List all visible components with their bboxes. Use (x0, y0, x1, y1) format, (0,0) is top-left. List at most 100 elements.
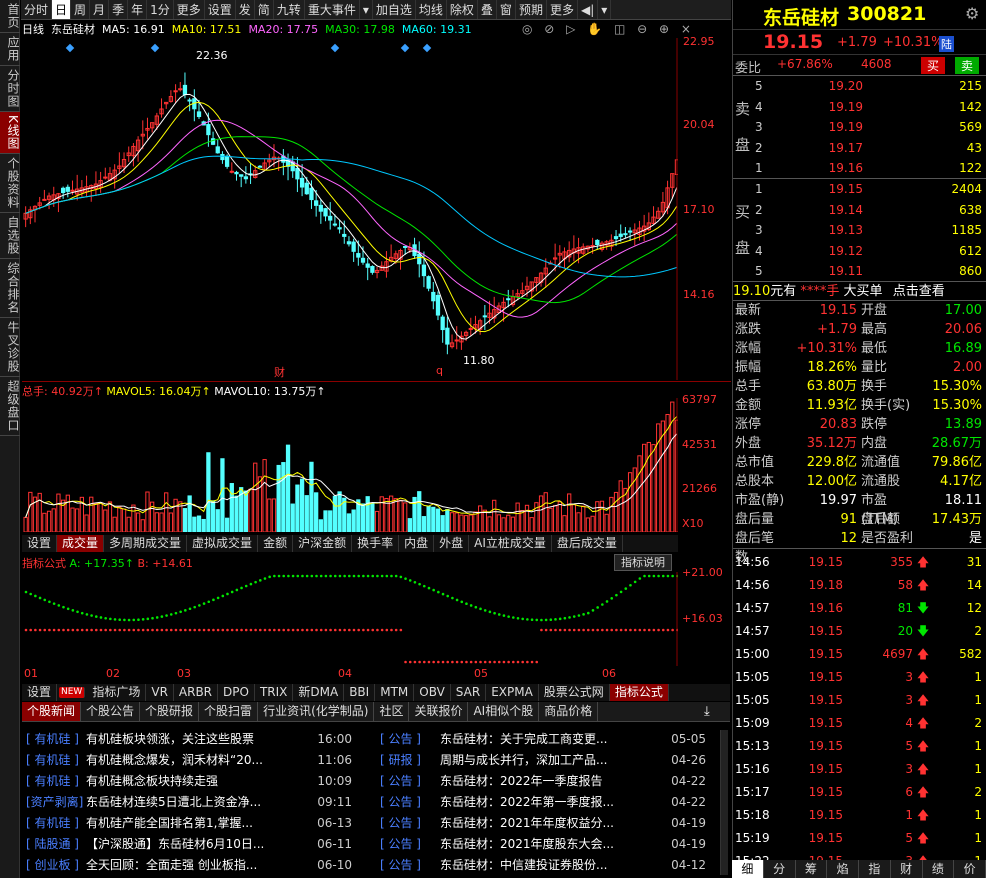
toolbar-item[interactable]: ▾ (598, 0, 612, 19)
toolbar-item[interactable]: 预期 (516, 0, 547, 19)
indicator-tab[interactable]: 设置 (22, 684, 58, 701)
toolbar-item[interactable]: 月 (90, 0, 110, 19)
toolbar-item[interactable]: 均线 (416, 0, 447, 19)
toolbar-item[interactable]: 窗 (497, 0, 516, 19)
news-title[interactable]: 东岳硅材连续5日遭北上资金净... (86, 792, 312, 813)
news-title[interactable]: 东岳硅材：关于完成工商变更... (440, 729, 666, 750)
news-item[interactable]: [ 公告 ] 东岳硅材：关于完成工商变更... 05-05 (380, 729, 706, 750)
news-title[interactable]: 东岳硅材：2022年一季度报告 (440, 771, 666, 792)
news-title[interactable]: 东岳硅材：2021年度股东大会... (440, 834, 666, 855)
news-tab[interactable]: AI相似个股 (468, 702, 540, 721)
volume-tab[interactable]: 多周期成交量 (104, 535, 188, 552)
left-tab[interactable]: 牛叉诊股 (0, 318, 20, 377)
toolbar-item[interactable]: 简 (255, 0, 274, 19)
toolbar-item[interactable]: 重大事件 (305, 0, 360, 19)
news-item[interactable]: [ 有机硅 ] 有机硅板块领涨，关注这些股票 16:00 (26, 729, 352, 750)
toolbar-item[interactable]: ▾ (360, 0, 373, 19)
indicator-tab[interactable]: SAR (451, 684, 487, 701)
news-tab[interactable]: 社区 (374, 702, 410, 721)
news-item[interactable]: [ 有机硅 ] 有机硅产能全国排名第1,掌握... 06-13 (26, 813, 352, 834)
news-title[interactable]: 东岳硅材：2022年第一季度报... (440, 792, 666, 813)
idx-help-button[interactable]: 指标说明 (614, 554, 672, 571)
toolbar-item[interactable]: 设置 (205, 0, 236, 19)
news-item[interactable]: [ 有机硅 ] 有机硅概念板块持续走强 10:09 (26, 771, 352, 792)
news-item[interactable]: [ 陆股通 ] 【沪深股通】东岳硅材6月10日... 06-11 (26, 834, 352, 855)
news-item[interactable]: [ 公告 ] 东岳硅材：中信建投证券股份... 04-12 (380, 855, 706, 876)
download-icon[interactable]: ⤓ (704, 704, 710, 719)
indicator-tab[interactable]: ARBR (174, 684, 219, 701)
indicator-tab[interactable]: 新DMA (293, 684, 345, 701)
indicator-tab[interactable]: OBV (414, 684, 451, 701)
volume-tab[interactable]: 沪深金额 (293, 535, 353, 552)
toolbar-item[interactable]: 分时 (21, 0, 53, 19)
volume-chart[interactable] (22, 398, 678, 532)
toolbar-item[interactable]: 叠 (478, 0, 497, 19)
news-item[interactable]: [ 研报 ] 周期与成长并行，深加工产品... 04-26 (380, 750, 706, 771)
big-order-link[interactable]: 点击查看 (893, 284, 945, 299)
news-item[interactable]: [ 公告 ] 东岳硅材：2021年度股东大会... 04-19 (380, 834, 706, 855)
toolbar-item[interactable]: 年 (128, 0, 148, 19)
indicator-chart[interactable] (22, 572, 678, 666)
news-tab[interactable]: 个股研报 (140, 702, 200, 721)
indicator-tab[interactable]: BBI (344, 684, 376, 701)
volume-tab[interactable]: 成交量 (57, 535, 105, 552)
buy-button[interactable]: 买 (921, 57, 946, 74)
chart-tool-icons[interactable]: ◎ ⊘ ▷ ✋ ◫ ⊖ ⊕ × (522, 22, 695, 36)
news-title[interactable]: 周期与成长并行，深加工产品... (440, 750, 666, 771)
finance-marker[interactable]: 财 (274, 364, 285, 380)
indicator-tab[interactable]: VR (146, 684, 174, 701)
toolbar-item[interactable]: 更多 (174, 0, 205, 19)
volume-tab[interactable]: 外盘 (434, 535, 470, 552)
news-item[interactable]: [ 公告 ] 东岳硅材：2022年一季度报告 04-22 (380, 771, 706, 792)
volume-tab[interactable]: 虚拟成交量 (187, 535, 259, 552)
quote-tab[interactable]: 指 (859, 860, 891, 878)
indicator-tab[interactable]: MTM (375, 684, 415, 701)
left-tab[interactable]: 首页 (0, 0, 20, 33)
news-tab[interactable]: 行业资讯(化学制品) (258, 702, 375, 721)
toolbar-item[interactable]: 发 (236, 0, 255, 19)
indicator-tab[interactable]: 指标广场 (87, 684, 147, 701)
quote-tab[interactable]: 细 (732, 860, 764, 878)
sell-button[interactable]: 卖 (955, 57, 980, 74)
news-title[interactable]: 有机硅概念板块持续走强 (86, 771, 312, 792)
toolbar-item[interactable]: 1分 (147, 0, 174, 19)
news-title[interactable]: 有机硅概念爆发，润禾材料“20... (86, 750, 312, 771)
indicator-tab[interactable]: DPO (218, 684, 255, 701)
left-tab[interactable]: 个股资料 (0, 154, 20, 213)
news-title[interactable]: 【沪深股通】东岳硅材6月10日... (86, 834, 312, 855)
indicator-tab[interactable]: NEW (59, 687, 86, 698)
quote-tab[interactable]: 财 (891, 860, 923, 878)
toolbar-item[interactable]: 季 (109, 0, 129, 19)
kline-chart[interactable] (22, 38, 678, 380)
news-title[interactable]: 东岳硅材：2021年年度权益分... (440, 813, 666, 834)
news-item[interactable]: [ 公告 ] 东岳硅材：2021年年度权益分... 04-19 (380, 813, 706, 834)
toolbar-item[interactable]: ◀| (578, 0, 599, 19)
toolbar-item[interactable]: 加自选 (373, 0, 416, 19)
left-tab[interactable]: 分时图 (0, 66, 20, 112)
news-title[interactable]: 有机硅产能全国排名第1,掌握... (86, 813, 312, 834)
quote-tab[interactable]: 价 (954, 860, 986, 878)
news-tab[interactable]: 个股扫雷 (199, 702, 259, 721)
indicator-tab[interactable]: 股票公式网 (539, 684, 610, 701)
toolbar-item[interactable]: 周 (71, 0, 91, 19)
news-item[interactable]: [ 创业板 ] 全天回顾：全面走强 创业板指... 06-10 (26, 855, 352, 876)
indicator-tab[interactable]: TRIX (255, 684, 294, 701)
q-marker[interactable]: q (436, 364, 443, 377)
indicator-tab[interactable]: 指标公式 (609, 684, 669, 701)
left-tab[interactable]: 自选股 (0, 213, 20, 259)
news-item[interactable]: [ 有机硅 ] 有机硅概念爆发，润禾材料“20... 11:06 (26, 750, 352, 771)
news-item[interactable]: [ 公告 ] 东岳硅材：2022年第一季度报... 04-22 (380, 792, 706, 813)
news-scrollbar[interactable] (720, 730, 728, 875)
left-tab[interactable]: 应用 (0, 33, 20, 66)
news-tab[interactable]: 关联报价 (409, 702, 469, 721)
indicator-tab[interactable]: EXPMA (486, 684, 539, 701)
volume-tab[interactable]: 内盘 (399, 535, 435, 552)
news-tab[interactable]: 商品价格 (539, 702, 599, 721)
volume-tab[interactable]: AI立桩成交量 (469, 535, 552, 552)
quote-tab[interactable]: 焰 (827, 860, 859, 878)
toolbar-item[interactable]: 日 (52, 0, 72, 19)
left-tab[interactable]: 综合排名 (0, 259, 20, 318)
news-title[interactable]: 全天回顾：全面走强 创业板指... (86, 855, 312, 876)
news-tab[interactable]: 个股公告 (81, 702, 141, 721)
gear-icon[interactable]: ⚙ (965, 4, 979, 23)
